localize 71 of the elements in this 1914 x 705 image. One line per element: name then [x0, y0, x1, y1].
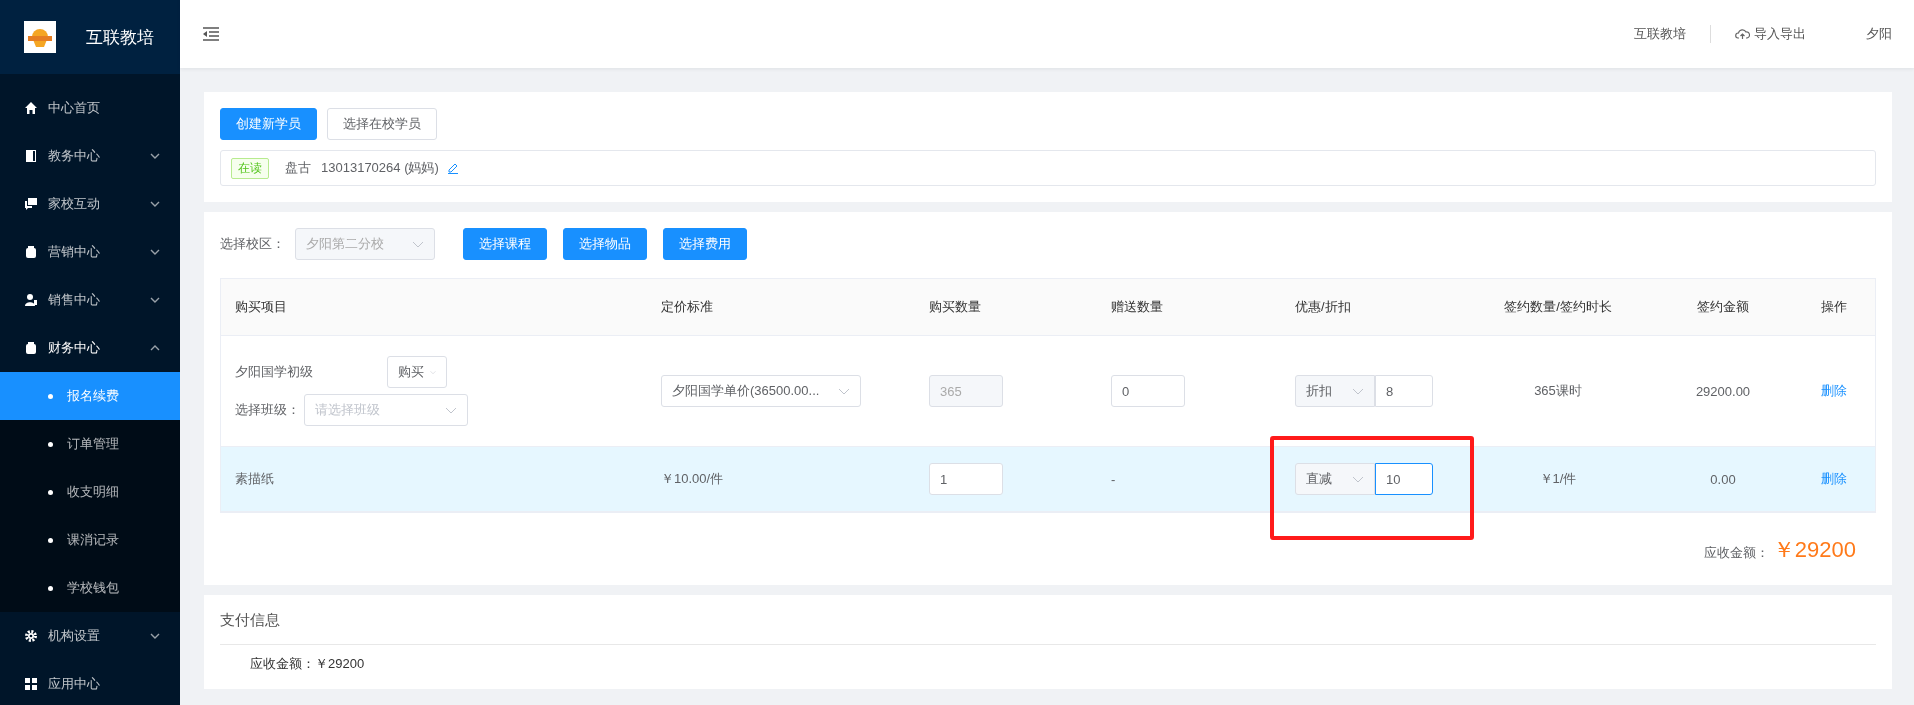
status-tag: 在读: [231, 157, 269, 179]
table-cell-text: ￥10.00/件: [660, 470, 725, 488]
column-header: 签约数量/签约时长: [1504, 298, 1612, 316]
column-header: 购买项目: [234, 298, 288, 316]
chevron-icon: [150, 153, 160, 159]
student-phone: 13013170264 (妈妈): [321, 159, 439, 177]
book-icon: [24, 149, 38, 163]
menu-item[interactable]: 应用中心: [0, 660, 180, 705]
pricing-select[interactable]: 夕阳国学单价(36500.00...: [661, 375, 861, 407]
menu-item[interactable]: 销售中心: [0, 276, 180, 324]
org-name[interactable]: 互联教培: [1634, 25, 1686, 43]
bag-icon: [24, 245, 38, 259]
cloud-upload-icon: [1735, 28, 1750, 40]
menu-item[interactable]: 机构设置: [0, 612, 180, 660]
student-button[interactable]: 选择在校学员: [327, 108, 437, 140]
edit-icon[interactable]: [446, 162, 459, 174]
user-name[interactable]: 夕阳: [1866, 25, 1892, 43]
column-header: 签约金额: [1697, 298, 1749, 316]
table-cell: 365课时: [1534, 382, 1582, 400]
student-name: 盘古: [285, 159, 311, 177]
gift-input[interactable]: 0: [1111, 375, 1185, 407]
column-header: 定价标准: [660, 298, 714, 316]
due-amount: ￥29200: [315, 656, 365, 671]
grid-icon: [24, 677, 38, 691]
section-title: 支付信息: [220, 611, 1876, 645]
chevron-icon: [150, 297, 160, 303]
table-cell: -: [1111, 471, 1116, 487]
quantity-input[interactable]: 1: [929, 463, 1003, 495]
due-label: 应收金额：: [250, 656, 315, 671]
table-cell: 29200.00: [1695, 383, 1751, 399]
discount-type-select[interactable]: 直减: [1295, 463, 1375, 495]
person-icon: [24, 293, 38, 307]
table-cell: ￥1/件: [1539, 470, 1577, 488]
chevron-icon: [150, 249, 160, 255]
chat-icon: [24, 197, 38, 211]
submenu-item[interactable]: 订单管理: [0, 420, 180, 468]
type-select[interactable]: 购买: [387, 356, 447, 388]
submenu-item[interactable]: 课消记录: [0, 516, 180, 564]
menu-item[interactable]: 中心首页: [0, 84, 180, 132]
menu-item[interactable]: 财务中心: [0, 324, 180, 372]
import-export-link[interactable]: 导入导出: [1735, 25, 1806, 43]
delete-link[interactable]: 删除: [1821, 382, 1847, 400]
class-label: 选择班级：: [235, 401, 300, 419]
menu-fold-icon[interactable]: [202, 27, 220, 41]
column-header: 赠送数量: [1110, 298, 1164, 316]
menu-item[interactable]: 家校互动: [0, 180, 180, 228]
column-header: 购买数量: [928, 298, 982, 316]
chevron-icon: [150, 633, 160, 639]
table-row[interactable]: 夕阳国学初级 购买 选择班级： 请选择班级 夕阳国学单价(36500.00... 365 0 折扣 8 365课时 29200.00 删除: [221, 336, 1875, 447]
gear-icon: [24, 629, 38, 643]
table-cell: 0.00: [1710, 471, 1736, 487]
menu-item[interactable]: 营销中心: [0, 228, 180, 276]
column-header: 优惠/折扣: [1294, 298, 1352, 316]
discount-type-select[interactable]: 折扣: [1295, 375, 1375, 407]
chevron-icon: [150, 345, 160, 351]
total-label: 应收金额：: [1703, 544, 1769, 562]
submenu-item[interactable]: 学校钱包: [0, 564, 180, 612]
submenu-item[interactable]: 收支明细: [0, 468, 180, 516]
brand-name: 互联教培: [86, 26, 154, 49]
column-header: 操作: [1821, 298, 1847, 316]
menu-item[interactable]: 教务中心: [0, 132, 180, 180]
item-name: 素描纸: [234, 470, 275, 488]
bag-icon: [24, 341, 38, 355]
total-amount: ￥29200: [1772, 536, 1856, 564]
campus-label: 选择校区：: [220, 235, 285, 253]
home-icon: [24, 101, 38, 115]
discount-input[interactable]: 8: [1375, 375, 1433, 407]
item-name: 夕阳国学初级: [235, 363, 314, 381]
discount-input[interactable]: 10: [1375, 463, 1433, 495]
chevron-icon: [150, 201, 160, 207]
table-row[interactable]: 素描纸 ￥10.00/件 1 - 直减 10 ￥1/件 0.00 删除: [221, 447, 1875, 512]
